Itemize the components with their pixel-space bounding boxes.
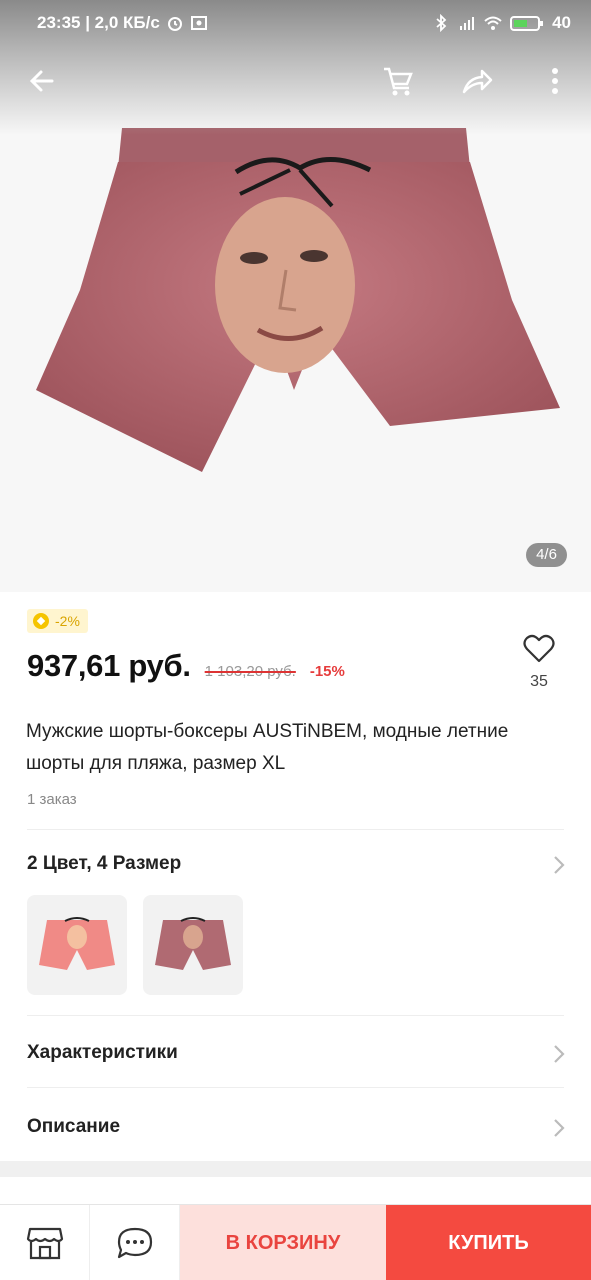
description-row[interactable]: Описание — [0, 1098, 591, 1154]
coin-discount-label: -2% — [55, 613, 80, 629]
old-price: 1 103,20 руб. — [204, 663, 296, 680]
variant-thumbnails — [27, 895, 243, 995]
store-icon — [26, 1227, 63, 1260]
chevron-right-icon — [554, 1045, 565, 1063]
divider — [27, 1087, 564, 1088]
variant-image — [155, 917, 231, 970]
section-separator — [0, 1161, 591, 1177]
chat-icon — [117, 1227, 152, 1259]
heart-icon — [523, 634, 555, 663]
battery-level: 40 — [552, 13, 571, 32]
coin-discount-badge: -2% — [27, 609, 88, 633]
variant-image — [39, 917, 115, 970]
price-row: 937,61 руб. 1 103,20 руб. -15% — [27, 648, 345, 684]
divider — [27, 1015, 564, 1016]
gallery-counter: 4/6 — [526, 543, 567, 567]
battery-icon — [510, 16, 544, 31]
buy-now-button[interactable]: КУПИТЬ — [386, 1205, 591, 1280]
chevron-right-icon — [554, 1119, 565, 1137]
share-icon — [462, 69, 493, 94]
current-price: 937,61 руб. — [27, 648, 191, 683]
favorite-button[interactable]: 35 — [517, 634, 561, 691]
discount-percent: -15% — [309, 663, 345, 680]
variant-thumb[interactable] — [27, 895, 127, 995]
arrow-left-icon — [29, 70, 54, 92]
back-button[interactable] — [19, 58, 65, 104]
divider — [27, 829, 564, 830]
description-label: Описание — [27, 1116, 121, 1137]
specs-row[interactable]: Характеристики — [0, 1024, 591, 1080]
cart-icon — [384, 67, 413, 96]
product-image — [36, 128, 560, 472]
variants-label: 2 Цвет, 4 Размер — [27, 853, 182, 874]
more-vertical-icon — [552, 68, 558, 94]
chevron-right-icon — [554, 856, 565, 874]
orders-count: 1 заказ — [27, 791, 77, 808]
wifi-icon — [484, 16, 502, 30]
status-bar: 23:35 | 2,0 КБ/с 40 — [0, 0, 591, 48]
screenshot-icon — [190, 16, 207, 30]
specs-label: Характеристики — [27, 1042, 178, 1063]
cart-button[interactable] — [375, 58, 421, 104]
share-button[interactable] — [454, 58, 500, 104]
add-to-cart-button[interactable]: В КОРЗИНУ — [180, 1205, 386, 1280]
more-button[interactable] — [532, 58, 578, 104]
variant-thumb[interactable] — [143, 895, 243, 995]
bottom-action-bar: В КОРЗИНУ КУПИТЬ — [0, 1204, 591, 1280]
app-bar — [0, 58, 591, 108]
bluetooth-icon — [436, 14, 447, 32]
signal-icon — [460, 17, 475, 30]
product-title: Мужские шорты-боксеры AUSTiNBEM, модные … — [26, 721, 509, 774]
store-button[interactable] — [0, 1205, 90, 1280]
status-time: 23:35 | 2,0 КБ/с — [37, 13, 160, 32]
chat-button[interactable] — [90, 1205, 180, 1280]
coin-icon — [33, 613, 49, 629]
alarm-icon — [167, 17, 182, 31]
variants-row[interactable]: 2 Цвет, 4 Размер — [0, 835, 591, 891]
favorite-count: 35 — [530, 673, 548, 690]
